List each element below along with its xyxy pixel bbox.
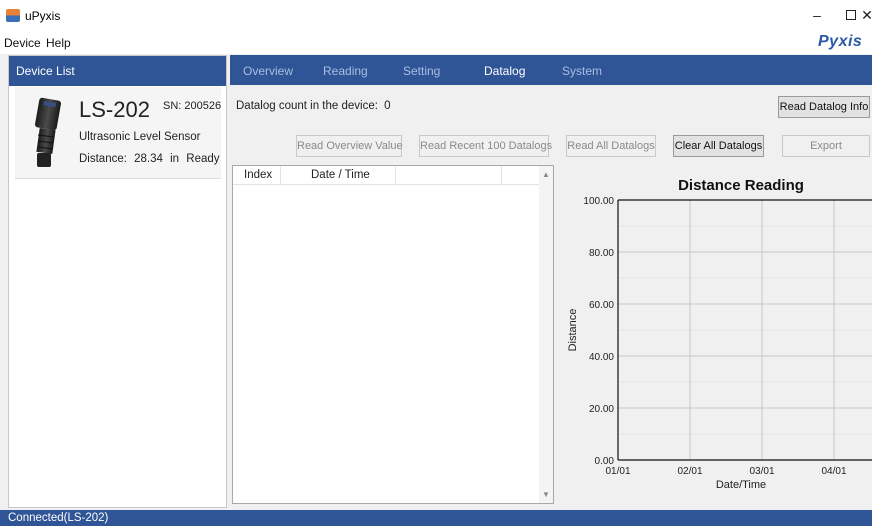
clear-all-datalogs-button[interactable]: Clear All Datalogs — [673, 135, 764, 157]
read-overview-value-button[interactable]: Read Overview Value — [296, 135, 403, 157]
read-all-datalogs-button[interactable]: Read All Datalogs — [566, 135, 656, 157]
device-status: Ready — [186, 153, 220, 165]
table-scrollbar[interactable]: ▲ ▼ — [539, 166, 553, 503]
y-tick-label: 40.00 — [589, 352, 614, 363]
y-axis-label: Distance — [567, 309, 579, 352]
read-recent-datalogs-button[interactable]: Read Recent 100 Datalogs — [419, 135, 552, 157]
tab-bar: Overview Reading Setting Datalog System — [230, 55, 872, 85]
status-bar: Connected(LS-202) — [0, 510, 872, 526]
device-reading: Distance: 28.34 in Ready — [79, 153, 224, 165]
x-tick-label: 03/01 — [749, 466, 774, 477]
datalog-count-label: Datalog count in the device: — [236, 100, 378, 112]
datalog-count-value: 0 — [384, 100, 391, 112]
tab-system[interactable]: System — [562, 64, 602, 78]
x-axis-label: Date/Time — [716, 479, 766, 491]
x-tick-label: 02/01 — [677, 466, 702, 477]
column-header-blank[interactable] — [502, 166, 541, 185]
x-tick-label: 04/01 — [821, 466, 846, 477]
chart-title: Distance Reading — [678, 177, 804, 194]
x-tick-label: 01/01 — [605, 466, 630, 477]
tab-datalog[interactable]: Datalog — [484, 64, 525, 78]
table-header: Index Date / Time — [233, 166, 541, 185]
tab-overview[interactable]: Overview — [243, 64, 293, 78]
device-list-header: Device List — [9, 56, 226, 86]
minimize-icon[interactable]: – — [802, 5, 832, 25]
menu-bar: Device Help — [0, 32, 872, 54]
distance-chart: Distance Reading 0.00 20.00 40.00 60.00 80.00… — [556, 168, 872, 506]
app-window: uPyxis – ✕ Device Help Pyxis Device List — [0, 0, 872, 526]
read-datalog-info-button[interactable]: Read Datalog Info — [778, 96, 870, 118]
tab-setting[interactable]: Setting — [403, 64, 440, 78]
device-list-panel: Device List LS-202 SN: 200526 Ultrasonic… — [8, 55, 227, 508]
y-tick-label: 20.00 — [589, 404, 614, 415]
scroll-up-icon[interactable]: ▲ — [542, 170, 550, 179]
datalog-table[interactable]: Index Date / Time ▲ ▼ — [232, 165, 554, 504]
distance-value: 28.34 — [134, 153, 163, 165]
y-tick-label: 60.00 — [589, 300, 614, 311]
title-bar: uPyxis – ✕ — [0, 0, 872, 32]
column-header-date-time[interactable]: Date / Time — [281, 166, 396, 185]
device-serial: SN: 200526 — [163, 100, 222, 112]
close-icon[interactable]: ✕ — [857, 5, 872, 25]
distance-label: Distance: — [79, 153, 127, 165]
menu-device[interactable]: Device — [4, 36, 41, 50]
datalog-count: Datalog count in the device: 0 — [236, 100, 394, 112]
export-button[interactable]: Export — [782, 135, 870, 157]
tab-reading[interactable]: Reading — [323, 64, 368, 78]
menu-help[interactable]: Help — [46, 36, 71, 50]
distance-unit: in — [170, 153, 180, 165]
device-type: Ultrasonic Level Sensor — [79, 131, 201, 143]
y-tick-label: 80.00 — [589, 248, 614, 259]
device-card[interactable]: LS-202 SN: 200526 Ultrasonic Level Senso… — [15, 87, 221, 179]
column-header-blank[interactable] — [396, 166, 502, 185]
brand-logo: Pyxis — [818, 33, 863, 50]
chart-svg: Distance Reading0.0020.0040.0060.0080.00… — [567, 177, 872, 491]
y-tick-label: 100.00 — [583, 196, 614, 207]
device-model: LS-202 — [79, 97, 150, 122]
window-title: uPyxis — [25, 9, 61, 23]
app-logo-icon — [6, 9, 20, 22]
column-header-index[interactable]: Index — [233, 166, 281, 185]
sensor-image — [35, 97, 61, 167]
scroll-down-icon[interactable]: ▼ — [542, 490, 550, 499]
